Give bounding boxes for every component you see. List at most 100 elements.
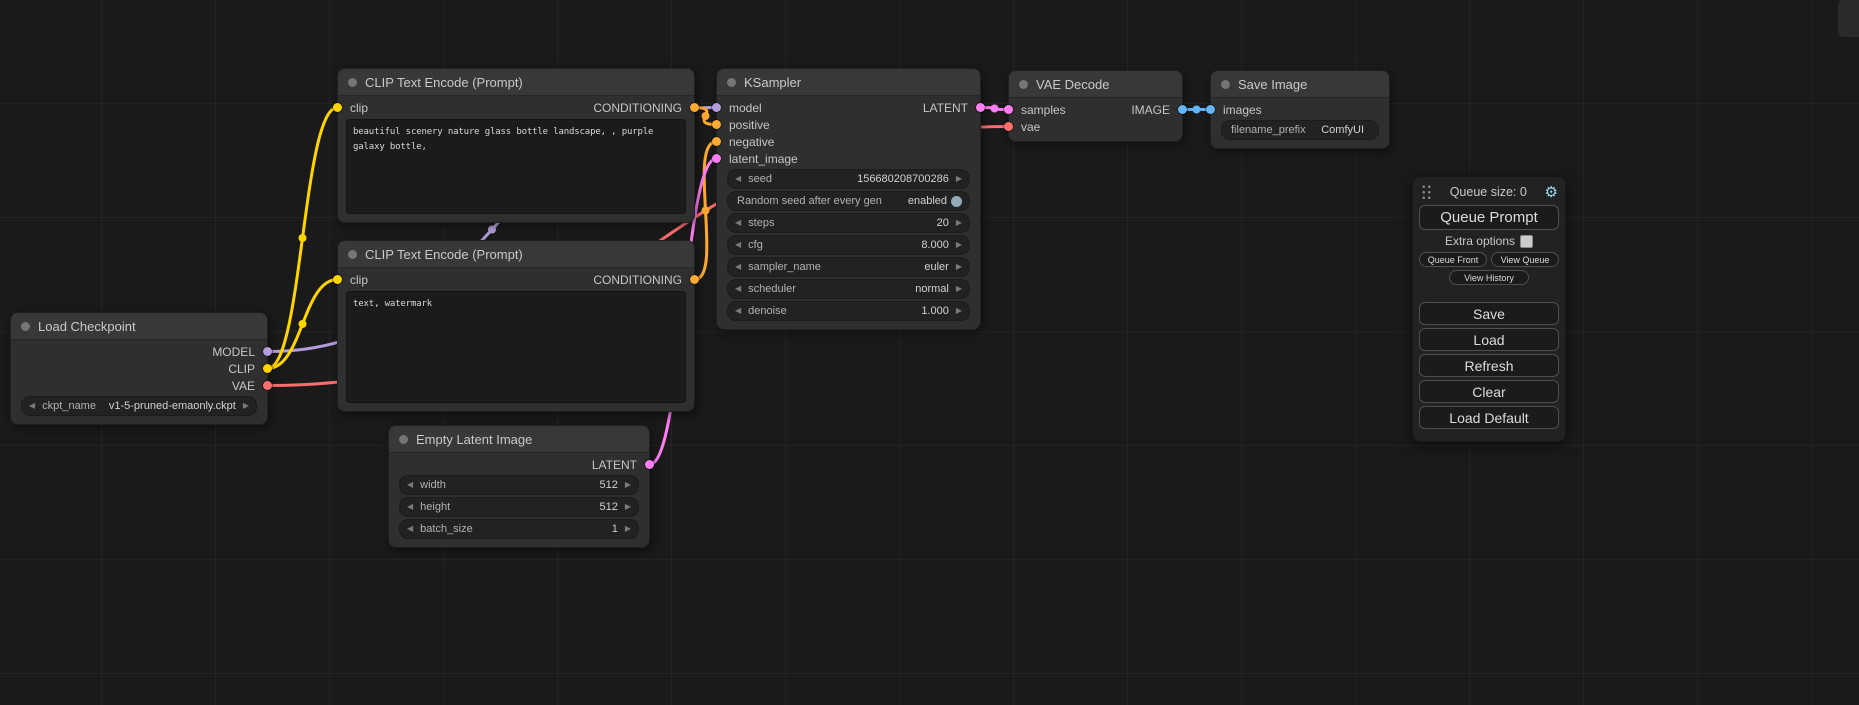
port-row-model-latent: model LATENT xyxy=(717,99,980,116)
next-value-arrow-icon[interactable]: ▶ xyxy=(956,285,962,293)
prev-value-arrow-icon[interactable]: ◀ xyxy=(29,402,35,410)
node-load-checkpoint[interactable]: Load Checkpoint MODEL CLIP VAE ◀ ckpt_na… xyxy=(10,312,268,425)
seed-widget[interactable]: ◀ seed 156680208700286 ▶ xyxy=(727,169,970,189)
link-midpoint-dot xyxy=(488,226,496,234)
node-empty-latent-image[interactable]: Empty Latent Image LATENT ◀ width 512 ▶ … xyxy=(388,425,650,548)
node-title: KSampler xyxy=(744,75,801,90)
clip-input-port[interactable] xyxy=(333,103,342,112)
height-widget[interactable]: ◀ height 512 ▶ xyxy=(399,497,639,517)
conditioning-output-port[interactable] xyxy=(690,275,699,284)
next-value-arrow-icon[interactable]: ▶ xyxy=(625,503,631,511)
next-value-arrow-icon[interactable]: ▶ xyxy=(956,263,962,271)
node-clip-text-encode-positive[interactable]: CLIP Text Encode (Prompt) clip CONDITION… xyxy=(337,68,695,223)
port-label: negative xyxy=(729,135,774,149)
batch-size-widget[interactable]: ◀ batch_size 1 ▶ xyxy=(399,519,639,539)
node-collapse-dot-icon[interactable] xyxy=(1019,80,1028,89)
widget-label: height xyxy=(420,501,450,513)
positive-prompt-textarea[interactable]: beautiful scenery nature glass bottle la… xyxy=(346,119,686,214)
ckpt-name-widget[interactable]: ◀ ckpt_name v1-5-pruned-emaonly.ckpt ▶ xyxy=(21,396,257,416)
node-ksampler[interactable]: KSampler model LATENT positive negative … xyxy=(716,68,981,330)
prev-value-arrow-icon[interactable]: ◀ xyxy=(407,525,413,533)
prev-value-arrow-icon[interactable]: ◀ xyxy=(735,307,741,315)
conditioning-output-port[interactable] xyxy=(690,103,699,112)
negative-prompt-textarea[interactable]: text, watermark xyxy=(346,291,686,403)
node-collapse-dot-icon[interactable] xyxy=(348,250,357,259)
next-value-arrow-icon[interactable]: ▶ xyxy=(625,525,631,533)
samples-input-port[interactable] xyxy=(1004,105,1013,114)
vae-input-port[interactable] xyxy=(1004,122,1013,131)
prev-value-arrow-icon[interactable]: ◀ xyxy=(735,241,741,249)
latent-image-input-port[interactable] xyxy=(712,154,721,163)
node-collapse-dot-icon[interactable] xyxy=(1221,80,1230,89)
latent-output-port[interactable] xyxy=(976,103,985,112)
width-widget[interactable]: ◀ width 512 ▶ xyxy=(399,475,639,495)
prev-value-arrow-icon[interactable]: ◀ xyxy=(735,285,741,293)
node-title: Empty Latent Image xyxy=(416,432,532,447)
clip-input-port[interactable] xyxy=(333,275,342,284)
node-collapse-dot-icon[interactable] xyxy=(21,322,30,331)
queue-prompt-button[interactable]: Queue Prompt xyxy=(1419,205,1559,230)
node-graph-canvas[interactable]: Load Checkpoint MODEL CLIP VAE ◀ ckpt_na… xyxy=(0,0,1859,705)
model-output-port[interactable] xyxy=(263,347,272,356)
next-value-arrow-icon[interactable]: ▶ xyxy=(956,175,962,183)
node-vae-decode[interactable]: VAE Decode samples IMAGE vae xyxy=(1008,70,1183,142)
positive-input-port[interactable] xyxy=(712,120,721,129)
prev-value-arrow-icon[interactable]: ◀ xyxy=(407,503,413,511)
node-title-bar[interactable]: CLIP Text Encode (Prompt) xyxy=(338,69,694,96)
toggle-dot-icon[interactable] xyxy=(951,196,962,207)
denoise-widget[interactable]: ◀ denoise 1.000 ▶ xyxy=(727,301,970,321)
next-value-arrow-icon[interactable]: ▶ xyxy=(956,241,962,249)
latent-output-port[interactable] xyxy=(645,460,654,469)
refresh-button[interactable]: Refresh xyxy=(1419,354,1559,377)
widget-label: cfg xyxy=(748,239,763,251)
queue-front-button[interactable]: Queue Front xyxy=(1419,252,1487,267)
cfg-widget[interactable]: ◀ cfg 8.000 ▶ xyxy=(727,235,970,255)
sampler-name-widget[interactable]: ◀ sampler_name euler ▶ xyxy=(727,257,970,277)
image-output-port[interactable] xyxy=(1178,105,1187,114)
next-value-arrow-icon[interactable]: ▶ xyxy=(243,402,249,410)
filename-prefix-widget[interactable]: filename_prefix ComfyUI xyxy=(1221,120,1379,140)
port-label: CONDITIONING xyxy=(593,273,682,287)
node-collapse-dot-icon[interactable] xyxy=(399,435,408,444)
node-collapse-dot-icon[interactable] xyxy=(727,78,736,87)
prev-value-arrow-icon[interactable]: ◀ xyxy=(735,175,741,183)
drag-handle-icon[interactable] xyxy=(1421,184,1432,200)
images-input-port[interactable] xyxy=(1206,105,1215,114)
next-value-arrow-icon[interactable]: ▶ xyxy=(625,481,631,489)
settings-gear-icon[interactable]: ⚙ xyxy=(1545,185,1558,200)
node-title-bar[interactable]: CLIP Text Encode (Prompt) xyxy=(338,241,694,268)
prev-value-arrow-icon[interactable]: ◀ xyxy=(735,219,741,227)
node-clip-text-encode-negative[interactable]: CLIP Text Encode (Prompt) clip CONDITION… xyxy=(337,240,695,412)
port-label: LATENT xyxy=(592,458,637,472)
widget-value: 20 xyxy=(937,217,949,229)
model-input-port[interactable] xyxy=(712,103,721,112)
node-title-bar[interactable]: KSampler xyxy=(717,69,980,96)
node-save-image[interactable]: Save Image images filename_prefix ComfyU… xyxy=(1210,70,1390,149)
port-label: positive xyxy=(729,118,770,132)
view-history-button[interactable]: View History xyxy=(1449,270,1529,285)
node-title-bar[interactable]: VAE Decode xyxy=(1009,71,1182,98)
view-queue-button[interactable]: View Queue xyxy=(1491,252,1559,267)
prev-value-arrow-icon[interactable]: ◀ xyxy=(735,263,741,271)
scheduler-widget[interactable]: ◀ scheduler normal ▶ xyxy=(727,279,970,299)
widget-value: 1 xyxy=(612,523,618,535)
load-default-button[interactable]: Load Default xyxy=(1419,406,1559,429)
load-button[interactable]: Load xyxy=(1419,328,1559,351)
node-title-bar[interactable]: Save Image xyxy=(1211,71,1389,98)
node-title: CLIP Text Encode (Prompt) xyxy=(365,75,523,90)
vae-output-port[interactable] xyxy=(263,381,272,390)
negative-input-port[interactable] xyxy=(712,137,721,146)
random-seed-toggle-widget[interactable]: Random seed after every gen enabled xyxy=(727,191,970,211)
node-title-bar[interactable]: Load Checkpoint xyxy=(11,313,267,340)
save-button[interactable]: Save xyxy=(1419,302,1559,325)
clip-output-port[interactable] xyxy=(263,364,272,373)
next-value-arrow-icon[interactable]: ▶ xyxy=(956,219,962,227)
node-title-bar[interactable]: Empty Latent Image xyxy=(389,426,649,453)
steps-widget[interactable]: ◀ steps 20 ▶ xyxy=(727,213,970,233)
next-value-arrow-icon[interactable]: ▶ xyxy=(956,307,962,315)
extra-options-checkbox[interactable] xyxy=(1520,235,1533,248)
link-wire xyxy=(268,280,338,369)
clear-button[interactable]: Clear xyxy=(1419,380,1559,403)
prev-value-arrow-icon[interactable]: ◀ xyxy=(407,481,413,489)
node-collapse-dot-icon[interactable] xyxy=(348,78,357,87)
